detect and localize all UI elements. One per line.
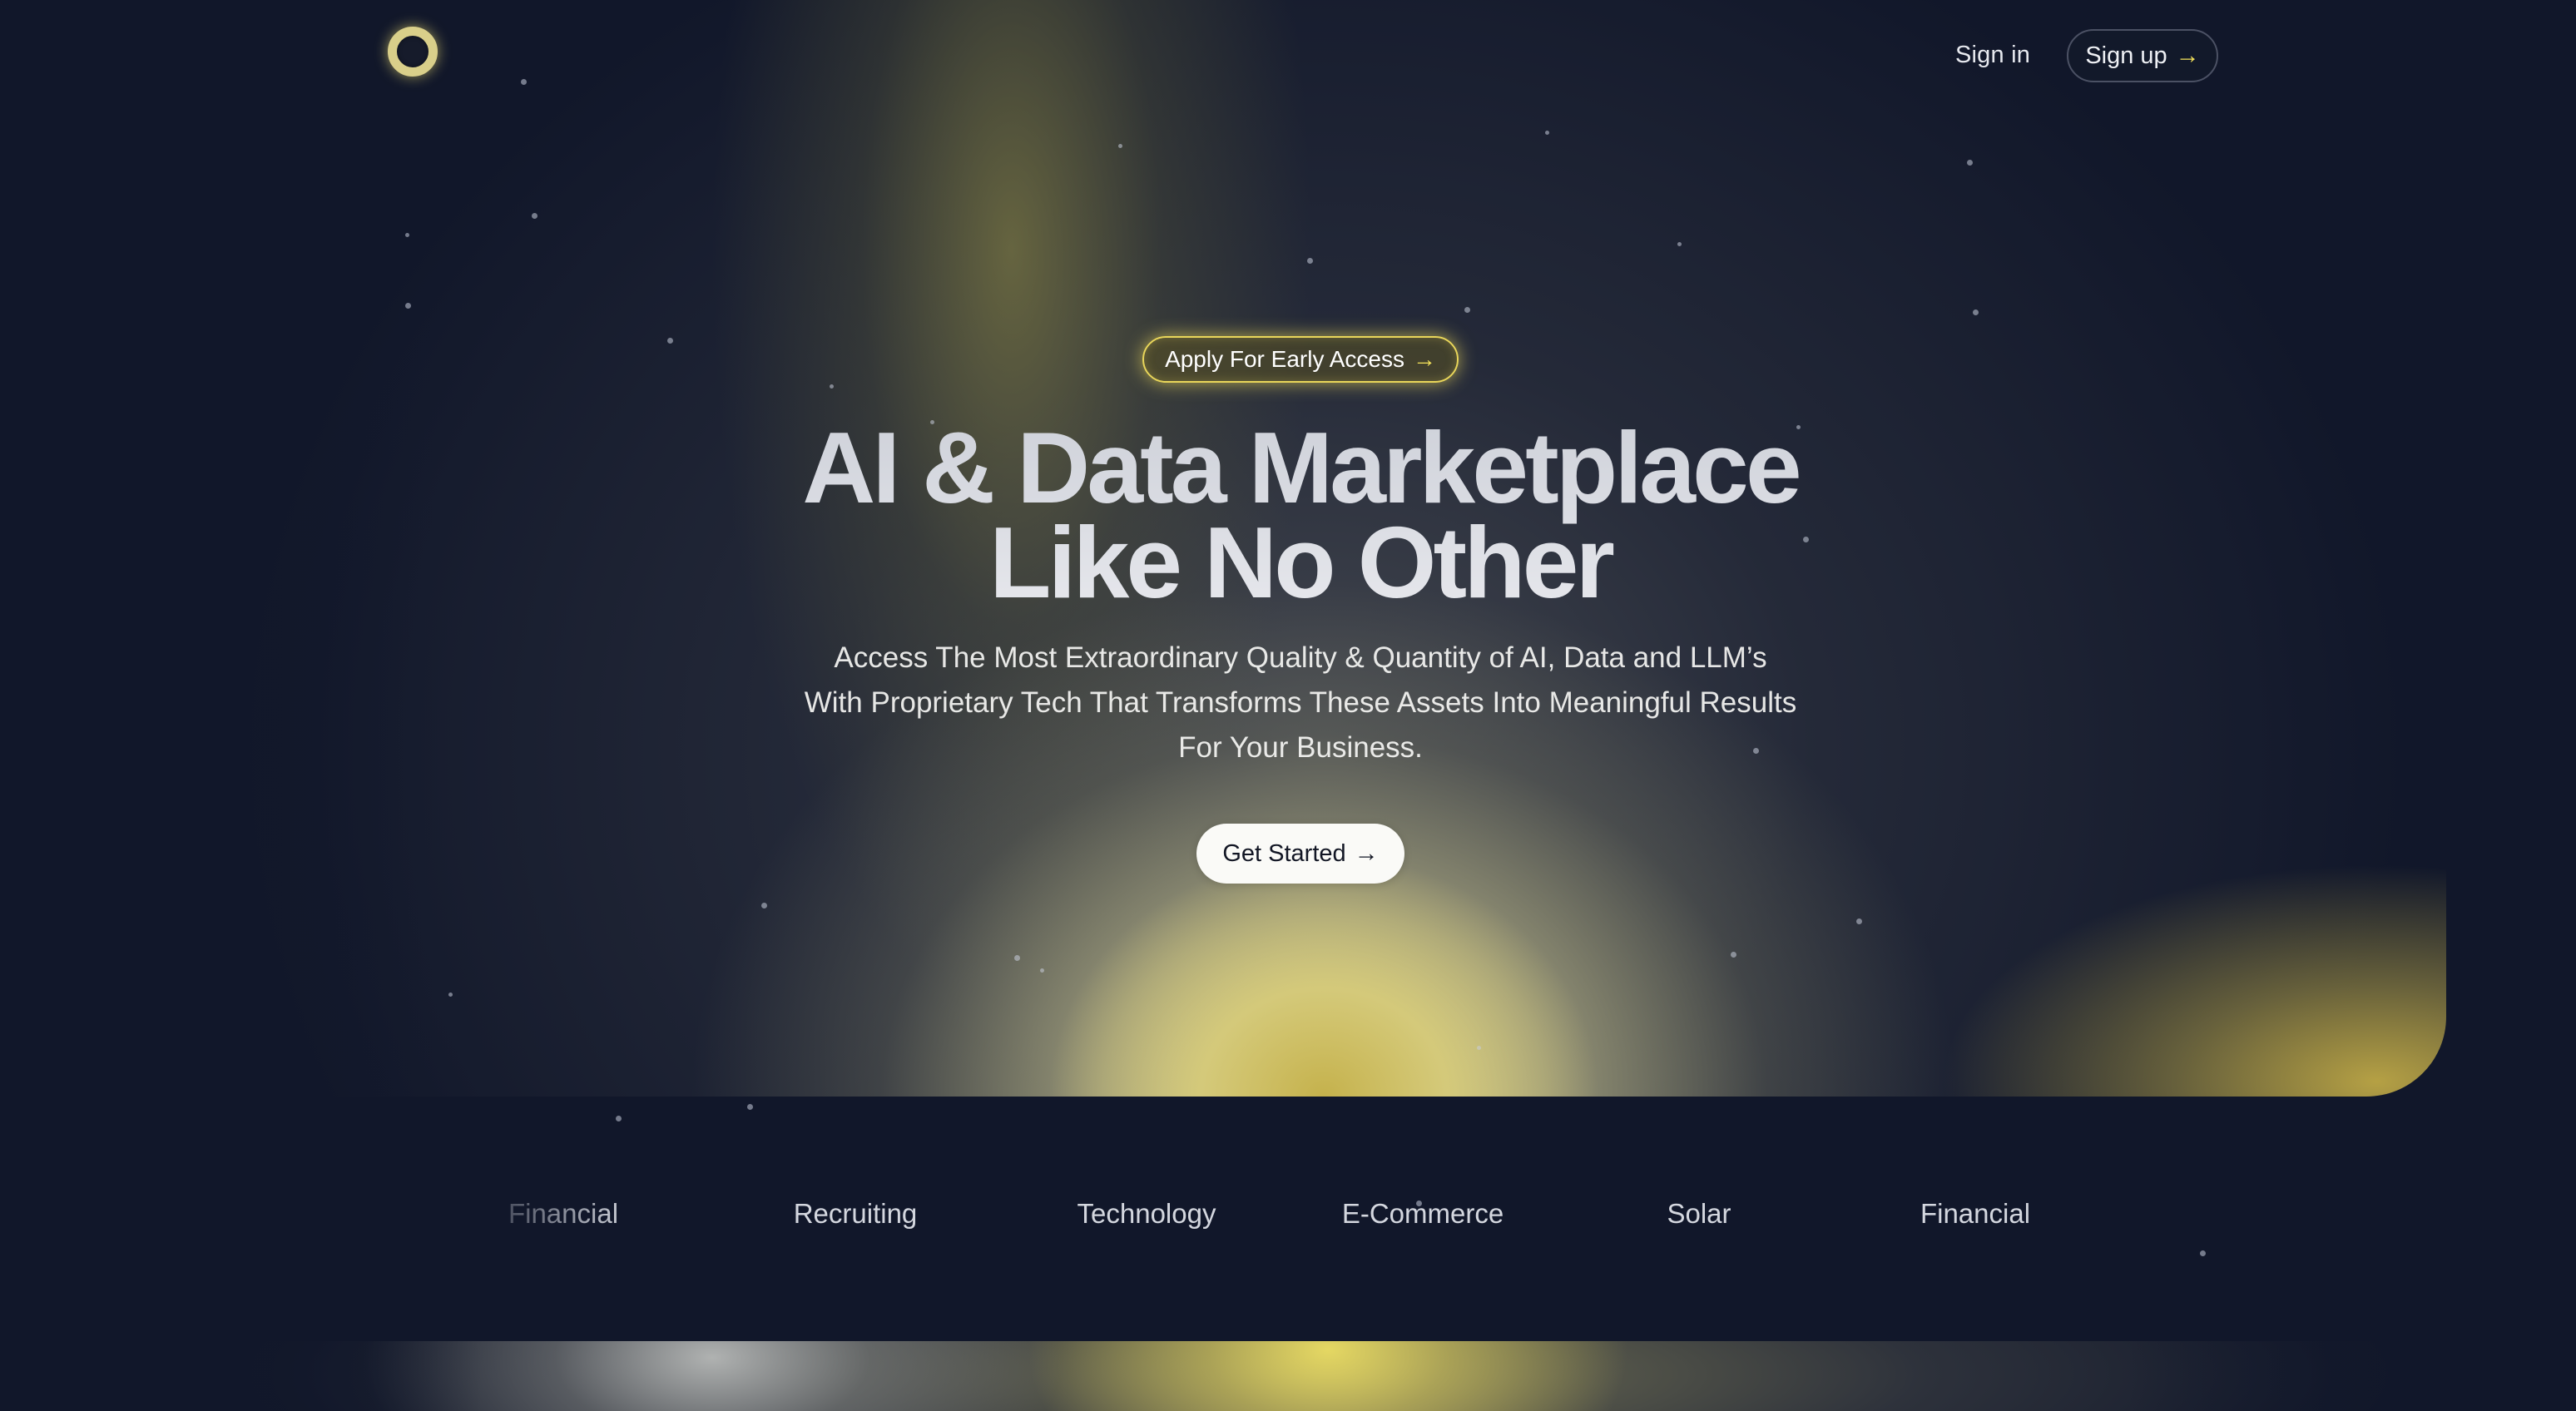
star bbox=[1477, 1046, 1481, 1050]
star bbox=[1014, 955, 1020, 961]
industry-item: Financial bbox=[1920, 1198, 2031, 1229]
industry-item: Technology bbox=[1077, 1198, 1216, 1229]
star bbox=[1973, 309, 1979, 315]
brand-logo-ring-icon[interactable] bbox=[388, 27, 438, 77]
hero-subtitle: Access The Most Extraordinary Quality & … bbox=[804, 641, 1797, 764]
sign-up-button[interactable]: Sign up → bbox=[2067, 29, 2218, 82]
bottom-glow-section bbox=[163, 1341, 2446, 1411]
industry-item: Solar bbox=[1667, 1198, 1731, 1229]
early-access-badge-button[interactable]: Apply For Early Access → bbox=[1142, 336, 1459, 383]
industry-item: Financial bbox=[508, 1198, 619, 1229]
star bbox=[405, 233, 409, 237]
hero-title-line-2: Like No Other bbox=[989, 506, 1612, 619]
star bbox=[616, 1116, 622, 1121]
industry-item: Recruiting bbox=[793, 1198, 918, 1229]
star bbox=[1040, 968, 1044, 973]
star bbox=[747, 1104, 753, 1110]
star bbox=[1731, 952, 1736, 958]
star bbox=[1545, 131, 1549, 135]
star bbox=[1967, 160, 1973, 166]
get-started-label: Get Started bbox=[1222, 839, 1346, 867]
star bbox=[761, 903, 767, 908]
sign-up-label: Sign up bbox=[2085, 42, 2167, 69]
star bbox=[1118, 144, 1122, 148]
early-access-label: Apply For Early Access bbox=[1165, 346, 1404, 372]
arrow-right-icon: → bbox=[1412, 346, 1436, 372]
star bbox=[667, 338, 673, 344]
star bbox=[1856, 918, 1862, 924]
arrow-right-icon: → bbox=[1354, 839, 1379, 867]
star bbox=[830, 384, 834, 389]
star bbox=[1307, 258, 1313, 264]
sign-in-link[interactable]: Sign in bbox=[1955, 42, 2030, 69]
star bbox=[1677, 242, 1682, 246]
star bbox=[532, 213, 537, 219]
star bbox=[448, 993, 453, 997]
industry-item: Recruiting bbox=[2184, 1198, 2222, 1229]
industry-item: E-Commerce bbox=[1341, 1198, 1504, 1229]
landing-page: Sign in Sign up → Apply For Early Access… bbox=[0, 0, 2576, 1411]
star bbox=[405, 303, 411, 309]
get-started-button[interactable]: Get Started → bbox=[1196, 824, 1404, 884]
star bbox=[2200, 1250, 2206, 1256]
star bbox=[1464, 307, 1470, 313]
hero-title-line-1: AI & Data Marketplace bbox=[802, 411, 1799, 524]
star bbox=[521, 79, 527, 85]
industries-marquee: Financial Recruiting Technology E-Commer… bbox=[433, 1198, 2222, 1240]
hero-title: AI & Data Marketplace Like No Other bbox=[706, 420, 1895, 610]
arrow-right-icon: → bbox=[2175, 42, 2200, 69]
